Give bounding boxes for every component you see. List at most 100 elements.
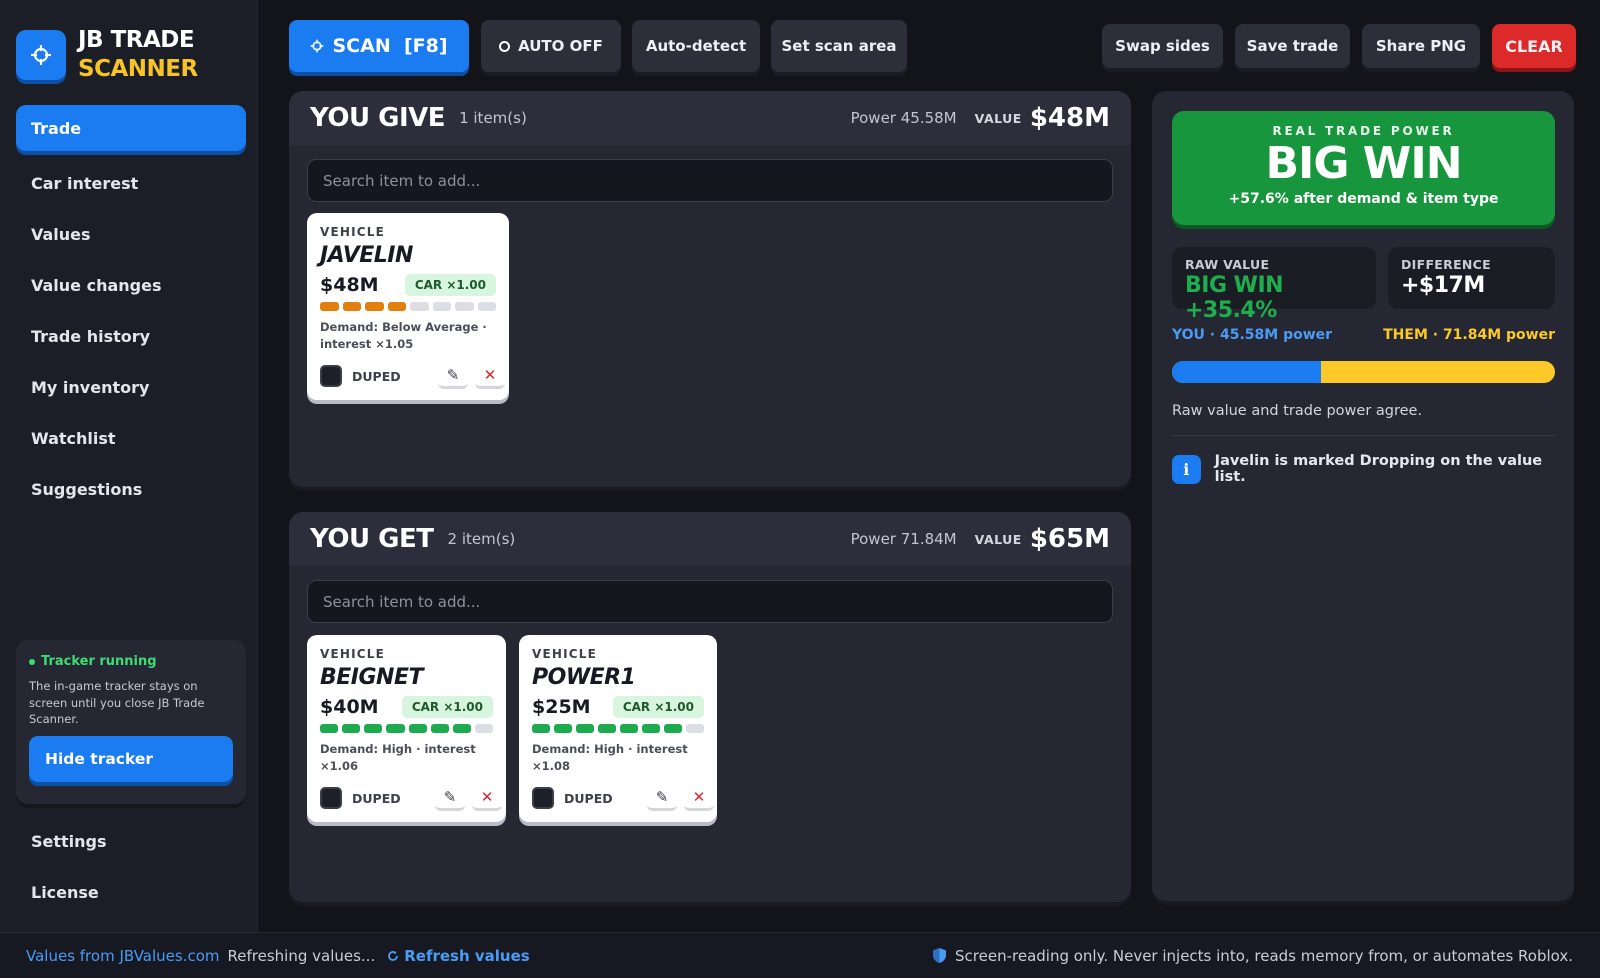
verdict-subtext: +57.6% after demand & item type: [1228, 191, 1499, 207]
demand-text: Demand: Below Average · interest ×1.05: [320, 320, 487, 351]
item-price: $25M: [532, 696, 591, 718]
demand-segment: [474, 724, 493, 733]
info-notice: i Javelin is marked Dropping on the valu…: [1172, 453, 1574, 485]
sidebar-item-suggestions[interactable]: Suggestions: [16, 466, 246, 512]
demand-segment: [554, 724, 572, 733]
demand-segment: [576, 724, 594, 733]
demand-segment: [664, 724, 682, 733]
search-input[interactable]: [323, 592, 1112, 611]
value-total: $48M: [1029, 103, 1110, 133]
sidebar-item-values[interactable]: Values: [16, 211, 246, 257]
logo-line1: JB TRADE: [78, 27, 195, 53]
demand-segment: [642, 724, 660, 733]
difference-value: +$17M: [1401, 273, 1485, 298]
you-power-fill: [1172, 361, 1321, 383]
crosshair-icon: [311, 39, 324, 53]
search-input[interactable]: [323, 171, 1112, 190]
sidebar-item-trade-history[interactable]: Trade history: [16, 313, 246, 359]
duped-checkbox[interactable]: [320, 365, 342, 387]
sidebar-item-watchlist[interactable]: Watchlist: [16, 415, 246, 461]
demand-meter: [320, 724, 493, 733]
difference-label: DIFFERENCE: [1401, 257, 1491, 272]
scan-button[interactable]: SCAN [F8]: [289, 20, 469, 72]
value-label: VALUE: [974, 531, 1022, 547]
raw-value-box: RAW VALUE BIG WIN +35.4%: [1172, 247, 1376, 323]
agreement-text: Raw value and trade power agree.: [1172, 403, 1423, 419]
clear-button[interactable]: CLEAR: [1492, 24, 1576, 68]
demand-segment: [620, 724, 638, 733]
remove-icon[interactable]: ✕: [475, 363, 505, 389]
demand-segment: [365, 302, 384, 311]
item-card: VEHICLE BEIGNET $40M CAR ×1.00 Demand: H…: [307, 635, 506, 822]
demand-segment: [386, 724, 405, 733]
remove-icon[interactable]: ✕: [684, 785, 714, 811]
values-source-link[interactable]: Values from JBValues.com: [26, 947, 220, 965]
value-label: VALUE: [974, 110, 1022, 126]
refresh-values-button[interactable]: Refresh values: [387, 946, 530, 965]
search-input-wrapper: [307, 159, 1113, 202]
demand-segment: [320, 724, 339, 733]
duped-label: DUPED: [352, 790, 401, 806]
sidebar-item-trade[interactable]: Trade: [16, 105, 246, 151]
panel-title: YOU GIVE: [310, 103, 446, 133]
demand-segment: [320, 302, 339, 311]
refreshing-status: Refreshing values...: [227, 946, 376, 965]
save-trade-button[interactable]: Save trade: [1235, 24, 1350, 68]
divider: [1172, 435, 1555, 436]
edit-icon[interactable]: ✎: [435, 785, 465, 811]
auto-toggle-button[interactable]: AUTO OFF: [481, 20, 621, 72]
auto-detect-button[interactable]: Auto-detect: [632, 20, 760, 72]
remove-icon[interactable]: ✕: [472, 785, 502, 811]
info-icon: i: [1172, 454, 1201, 484]
edit-icon[interactable]: ✎: [647, 785, 677, 811]
demand-segment: [342, 302, 361, 311]
auto-label: AUTO OFF: [518, 37, 603, 55]
value-total: $65M: [1029, 524, 1110, 554]
trade-result-panel: REAL TRADE POWER BIG WIN +57.6% after de…: [1152, 91, 1574, 901]
item-card: VEHICLE JAVELIN $48M CAR ×1.00 Demand: B…: [307, 213, 509, 400]
demand-segment: [364, 724, 383, 733]
car-multiplier-badge: CAR ×1.00: [401, 696, 493, 718]
demand-meter: [320, 302, 496, 311]
raw-value: BIG WIN +35.4%: [1185, 273, 1284, 323]
demand-segment: [387, 302, 406, 311]
item-type: VEHICLE: [320, 647, 386, 661]
verdict-text: BIG WIN: [1265, 138, 1462, 189]
car-multiplier-badge: CAR ×1.00: [404, 274, 496, 296]
you-give-panel: YOU GIVE 1 item(s) Power 45.58M VALUE $4…: [289, 91, 1131, 487]
status-dot-icon: [29, 658, 35, 665]
panel-title: YOU GET: [310, 524, 434, 554]
sidebar-item-license[interactable]: License: [16, 869, 246, 915]
item-name: BEIGNET: [320, 665, 424, 690]
swap-sides-button[interactable]: Swap sides: [1102, 24, 1223, 68]
duped-checkbox[interactable]: [320, 787, 342, 809]
demand-segment: [598, 724, 616, 733]
demand-meter: [532, 724, 704, 733]
tracker-title: Tracker running: [41, 654, 157, 669]
verdict-kicker: REAL TRADE POWER: [1272, 124, 1455, 138]
you-get-panel: YOU GET 2 item(s) Power 71.84M VALUE $65…: [289, 512, 1131, 902]
sidebar-item-car-interest[interactable]: Car interest: [16, 160, 246, 206]
set-scan-area-button[interactable]: Set scan area: [771, 20, 907, 72]
demand-segment: [686, 724, 704, 733]
edit-icon[interactable]: ✎: [438, 363, 468, 389]
sidebar-item-my-inventory[interactable]: My inventory: [16, 364, 246, 410]
item-type: VEHICLE: [320, 225, 386, 239]
crosshair-icon: [16, 30, 66, 80]
duped-checkbox[interactable]: [532, 787, 554, 809]
demand-segment: [477, 302, 496, 311]
sidebar-item-settings[interactable]: Settings: [16, 818, 246, 864]
item-card: VEHICLE POWER1 $25M CAR ×1.00 Demand: Hi…: [519, 635, 717, 822]
sidebar-item-value-changes[interactable]: Value changes: [16, 262, 246, 308]
duped-label: DUPED: [564, 790, 613, 806]
status-bar: Values from JBValues.com Refreshing valu…: [0, 932, 1600, 978]
refresh-values-label: Refresh values: [404, 946, 530, 965]
tracker-card: Tracker running The in-game tracker stay…: [16, 640, 246, 804]
share-png-button[interactable]: Share PNG: [1362, 24, 1480, 68]
shield-icon: [933, 948, 947, 963]
tracker-description: The in-game tracker stays on screen unti…: [29, 679, 205, 726]
demand-text: Demand: High · interest ×1.08: [532, 742, 688, 773]
demand-segment: [410, 302, 429, 311]
demand-text: Demand: High · interest ×1.06: [320, 742, 476, 773]
hide-tracker-button[interactable]: Hide tracker: [29, 735, 233, 782]
